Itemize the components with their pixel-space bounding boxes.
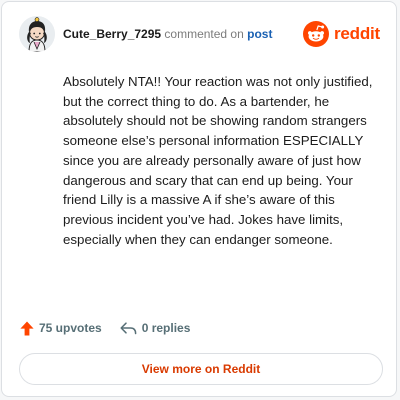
reddit-comment-embed-card: Cute_Berry_7295 commented on post reddit… xyxy=(1,1,397,397)
upvote-count[interactable]: 75 upvotes xyxy=(20,321,102,336)
commented-on-text: commented on xyxy=(164,27,244,41)
avatar-illustration-icon xyxy=(19,16,55,52)
replies-label: 0 replies xyxy=(141,321,191,335)
comment-stats: 75 upvotes 0 replies xyxy=(20,318,190,338)
reply-arrow-icon xyxy=(120,321,137,334)
view-more-on-reddit-button[interactable]: View more on Reddit xyxy=(19,353,383,385)
reddit-wordmark: reddit xyxy=(333,24,380,43)
reddit-logo[interactable]: reddit xyxy=(302,20,380,48)
reddit-logo-icon xyxy=(302,21,329,47)
username[interactable]: Cute_Berry_7295 xyxy=(63,27,161,41)
user-avatar[interactable] xyxy=(19,16,55,52)
comment-body: Absolutely NTA!! Your reaction was not o… xyxy=(63,74,373,247)
upvote-arrow-icon xyxy=(20,321,34,335)
reply-count[interactable]: 0 replies xyxy=(120,321,191,335)
upvotes-label: 75 upvotes xyxy=(39,321,102,335)
comment-header: Cute_Berry_7295 commented on post reddit xyxy=(19,16,380,52)
comment-meta: Cute_Berry_7295 commented on post xyxy=(63,26,272,42)
post-link[interactable]: post xyxy=(247,27,272,41)
